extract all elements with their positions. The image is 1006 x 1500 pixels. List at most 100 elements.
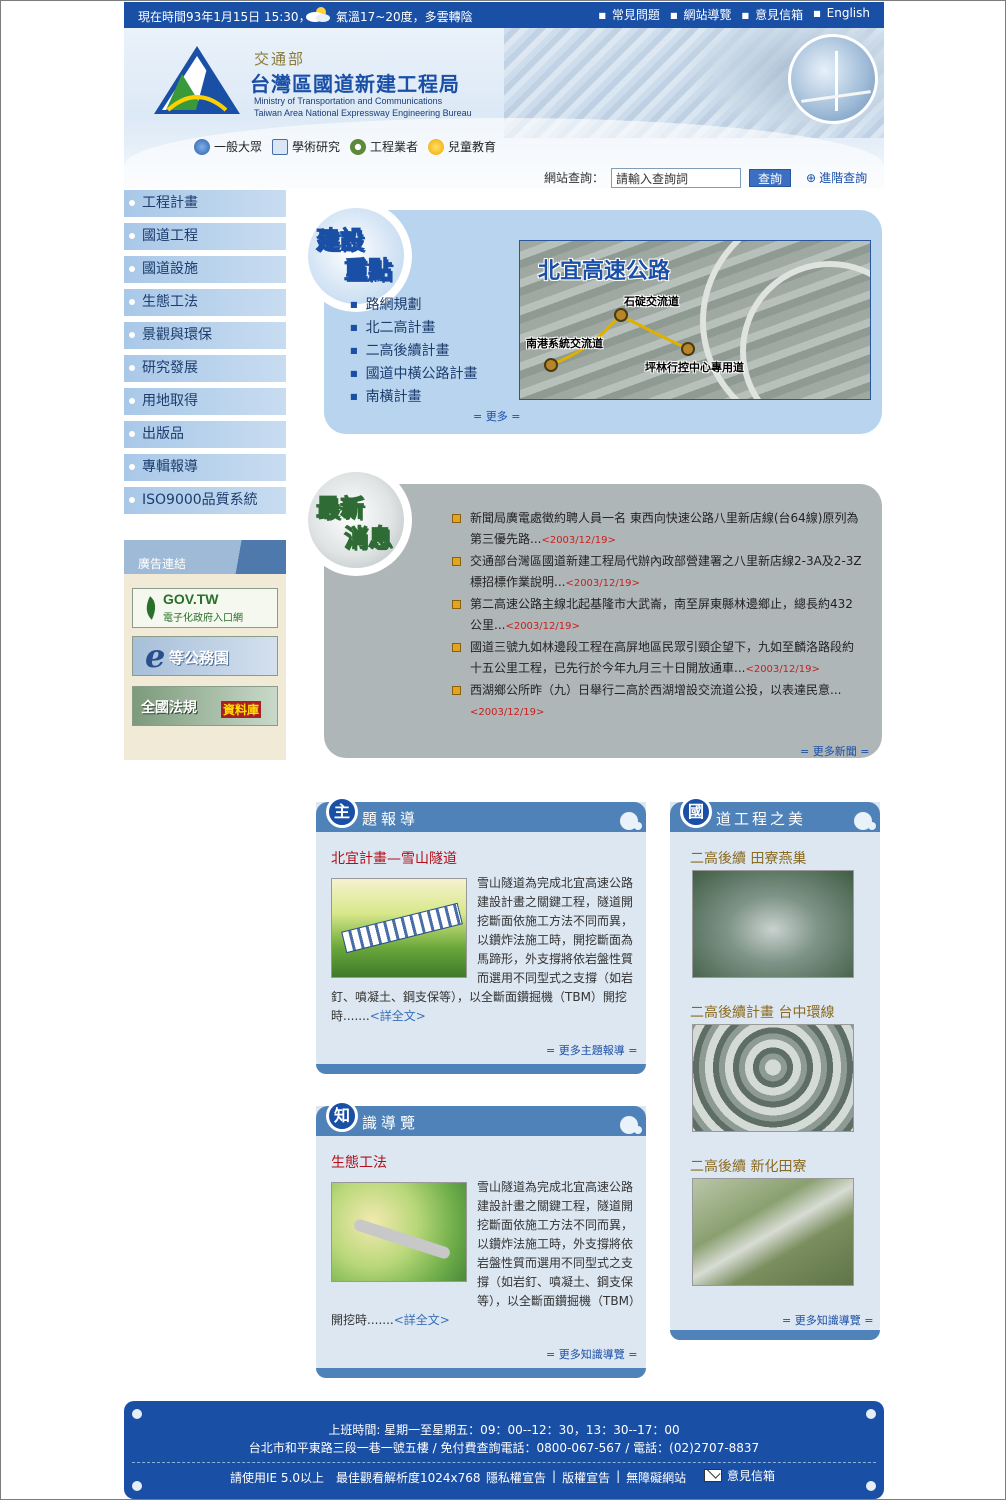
news-item[interactable]: 交通部台灣區國道新建工程局代辦內政部營建署之八里新店線2-3A及2-3Z標招標作… bbox=[452, 551, 864, 594]
laws-database-banner[interactable]: 全國法規 資料庫 bbox=[132, 686, 278, 726]
nav-item-ecological-methods[interactable]: 生態工法 bbox=[124, 289, 286, 316]
gallery-photo-tianliao[interactable] bbox=[692, 870, 854, 978]
bureau-logo-icon[interactable] bbox=[152, 44, 242, 118]
audience-industry[interactable]: 工程業者 bbox=[350, 138, 418, 155]
search-input[interactable] bbox=[611, 168, 741, 188]
sitemap-link[interactable]: 網站導覽 bbox=[670, 6, 732, 23]
footer-links: 隱私權宣告 | 版權宣告 | 無障礙網站 bbox=[486, 1469, 687, 1486]
laws-database-label: 全國法規 bbox=[141, 700, 197, 716]
gallery-title-xinhua[interactable]: 二高後續 新化田寮 bbox=[690, 1156, 806, 1176]
bureau-english: Taiwan Area National Expressway Engineer… bbox=[254, 108, 472, 118]
news-date: <2003/12/19> bbox=[505, 621, 580, 632]
more-gallery-link[interactable]: = 更多知識導覽 = bbox=[782, 1312, 873, 1328]
news-text: 西湖鄉公所昨（九）日舉行二高於西湖增設交流道公投，以表達民意... bbox=[470, 683, 842, 697]
news-item[interactable]: 第二高速公路主線北起基隆市大武崙，南至屏東縣林邊鄉止，總長約432公里...<2… bbox=[452, 594, 864, 637]
faq-link[interactable]: 常見問題 bbox=[598, 6, 660, 23]
beauty-of-expressway-panel: 國 道工程之美 二高後續 田寮燕巢 二高後續計畫 台中環線 二高後續 新化田寮 … bbox=[670, 796, 880, 1340]
more-topics-link[interactable]: = 更多主題報導 = bbox=[546, 1042, 637, 1058]
nav-item-projects[interactable]: 工程計畫 bbox=[124, 190, 286, 217]
search-button[interactable]: 查詢 bbox=[749, 169, 791, 187]
feedback-link[interactable]: 意見信箱 bbox=[742, 6, 803, 23]
advanced-search-link[interactable]: 進階查詢 bbox=[806, 169, 867, 186]
highlight-network-planning[interactable]: 路網規劃 bbox=[350, 294, 478, 317]
copyright-link[interactable]: 版權宣告 bbox=[562, 1469, 610, 1486]
cloudy-weather-icon bbox=[306, 7, 330, 22]
accessibility-link[interactable]: 無障礙網站 bbox=[626, 1469, 686, 1486]
news-date: <2003/12/19> bbox=[745, 664, 820, 675]
nav-item-facilities[interactable]: 國道設施 bbox=[124, 256, 286, 283]
more-news-link[interactable]: = 更多新聞 = bbox=[800, 743, 869, 759]
footer-mailbox[interactable]: 意見信箱 bbox=[704, 1467, 775, 1484]
knowledge-guide-title: 識導覽 bbox=[362, 1114, 420, 1132]
audience-public[interactable]: 一般大眾 bbox=[194, 138, 262, 155]
news-item[interactable]: 西湖鄉公所昨（九）日舉行二高於西湖增設交流道公投，以表達民意... <2003/1… bbox=[452, 680, 864, 723]
knowledge-article-body: 雪山隧道為完成北宜高速公路建設計畫之關鍵工程，隧道開挖斷面依施工方法不同而異，以… bbox=[331, 1178, 635, 1330]
beauty-of-expressway-header: 國 道工程之美 bbox=[670, 796, 880, 832]
nav-item-publications[interactable]: 出版品 bbox=[124, 421, 286, 448]
latest-news-badge: 最新 消息 bbox=[300, 464, 412, 576]
taiwan-leaf-icon bbox=[146, 596, 156, 620]
news-item[interactable]: 國道三號九如林邊段工程在高屏地區民眾引頸企望下，九如至麟洛路段約十五公里工程，已… bbox=[452, 637, 864, 680]
map-point-shiding bbox=[614, 308, 628, 322]
gear-icon bbox=[350, 138, 367, 155]
audience-nav: 一般大眾 學術研究 工程業者 兒童教育 bbox=[194, 138, 496, 155]
panel-footer-bar bbox=[316, 1368, 646, 1378]
footer-mailbox-label: 意見信箱 bbox=[727, 1469, 776, 1483]
nav-item-research[interactable]: 研究發展 bbox=[124, 355, 286, 382]
book-icon bbox=[272, 138, 289, 155]
news-date: <2003/12/19> bbox=[470, 707, 545, 718]
nav-item-landscape[interactable]: 景觀與環保 bbox=[124, 322, 286, 349]
badge-text-line2: 重點 bbox=[344, 255, 393, 285]
site-search: 網站查詢： 查詢 進階查詢 bbox=[124, 166, 884, 192]
map-label-shiding: 石碇交流道 bbox=[624, 295, 679, 308]
ministry-name: 交通部 bbox=[254, 50, 306, 68]
highlight-central-cross-island[interactable]: 國道中橫公路計畫 bbox=[350, 363, 478, 386]
highlights-more-link[interactable]: = 更多 = bbox=[473, 408, 520, 424]
nav-item-land-acquisition[interactable]: 用地取得 bbox=[124, 388, 286, 415]
knowledge-guide-badge-icon: 知 bbox=[326, 1100, 358, 1132]
gallery-title-tianliao[interactable]: 二高後續 田寮燕巢 bbox=[690, 848, 806, 868]
knowledge-read-more-link[interactable]: <詳全文> bbox=[394, 1313, 450, 1327]
news-item[interactable]: 新聞局廣電處徵約聘人員一名 東西向快速公路八里新店線(台64線)原列為第三優先路… bbox=[452, 508, 864, 551]
topic-article-title[interactable]: 北宜計畫—雪山隧道 bbox=[331, 848, 457, 868]
nav-item-special-reports[interactable]: 專輯報導 bbox=[124, 454, 286, 481]
sidebar-nav: 工程計畫 國道工程 國道設施 生態工法 景觀與環保 研究發展 用地取得 出版品 … bbox=[124, 190, 286, 520]
highlight-second-freeway-extension[interactable]: 二高後續計畫 bbox=[350, 340, 478, 363]
topic-read-more-link[interactable]: <詳全文> bbox=[370, 1009, 426, 1023]
ad-links-box: 廣告連結 GOV.TW 電子化政府入口網 e 等公務園 全國法規 資料庫 bbox=[124, 540, 286, 760]
question-globe-icon bbox=[194, 138, 210, 155]
highlight-second-freeway[interactable]: 北二高計畫 bbox=[350, 317, 478, 340]
laws-database-sub: 資料庫 bbox=[221, 701, 262, 718]
highlight-southern-cross-island[interactable]: 南橫計畫 bbox=[350, 386, 478, 409]
more-knowledge-link[interactable]: = 更多知識導覽 = bbox=[546, 1346, 637, 1362]
topic-report-header: 主 題報導 bbox=[316, 796, 646, 832]
topic-article-body: 雪山隧道為完成北宜高速公路建設計畫之關鍵工程，隧道開挖斷面依施工方法不同而異，以… bbox=[331, 874, 635, 1026]
knowledge-article-title[interactable]: 生態工法 bbox=[331, 1152, 387, 1172]
nav-item-iso9000[interactable]: ISO9000品質系統 bbox=[124, 487, 286, 514]
nav-item-expressway-engineering[interactable]: 國道工程 bbox=[124, 223, 286, 250]
gallery-photo-xinhua[interactable] bbox=[692, 1178, 854, 1286]
contact-address: 台北市和平東路三段一巷一號五樓 / 免付費查詢電話：0800-067-567 /… bbox=[248, 1441, 760, 1455]
gov-portal-banner[interactable]: GOV.TW 電子化政府入口網 bbox=[132, 588, 278, 628]
panel-footer-bar bbox=[670, 1330, 880, 1340]
search-label: 網站查詢： bbox=[544, 171, 605, 185]
audience-academic[interactable]: 學術研究 bbox=[272, 138, 340, 155]
map-point-pinglin bbox=[681, 342, 695, 356]
beiyi-freeway-map[interactable]: 北宜高速公路 石碇交流道 南港系統交流道 坪林行控中心專用道 bbox=[519, 240, 871, 400]
audience-children[interactable]: 兒童教育 bbox=[428, 138, 496, 155]
egov-park-banner[interactable]: e 等公務園 bbox=[132, 636, 278, 676]
news-list: 新聞局廣電處徵約聘人員一名 東西向快速公路八里新店線(台64線)原列為第三優先路… bbox=[452, 508, 864, 723]
current-time: 現在時間93年1月15日 15:30， bbox=[138, 10, 311, 24]
header-banner: 交通部 台灣區國道新建工程局 Ministry of Transportatio… bbox=[124, 28, 884, 188]
audience-academic-label: 學術研究 bbox=[292, 140, 341, 154]
gallery-title-taichung-ring[interactable]: 二高後續計畫 台中環線 bbox=[690, 1002, 834, 1022]
privacy-link[interactable]: 隱私權宣告 bbox=[486, 1469, 546, 1486]
browser-notice: 請使用IE 5.0以上 最佳觀看解析度1024x768 bbox=[230, 1471, 481, 1485]
smiley-icon bbox=[428, 138, 445, 155]
bubble-small-icon bbox=[634, 1126, 642, 1134]
egov-park-label: 等公務園 bbox=[169, 649, 230, 667]
beauty-of-expressway-title: 道工程之美 bbox=[716, 810, 807, 828]
english-link[interactable]: English bbox=[813, 6, 870, 23]
topic-report-badge-icon: 主 bbox=[326, 796, 358, 828]
gallery-photo-taichung-ring[interactable] bbox=[692, 1024, 854, 1132]
